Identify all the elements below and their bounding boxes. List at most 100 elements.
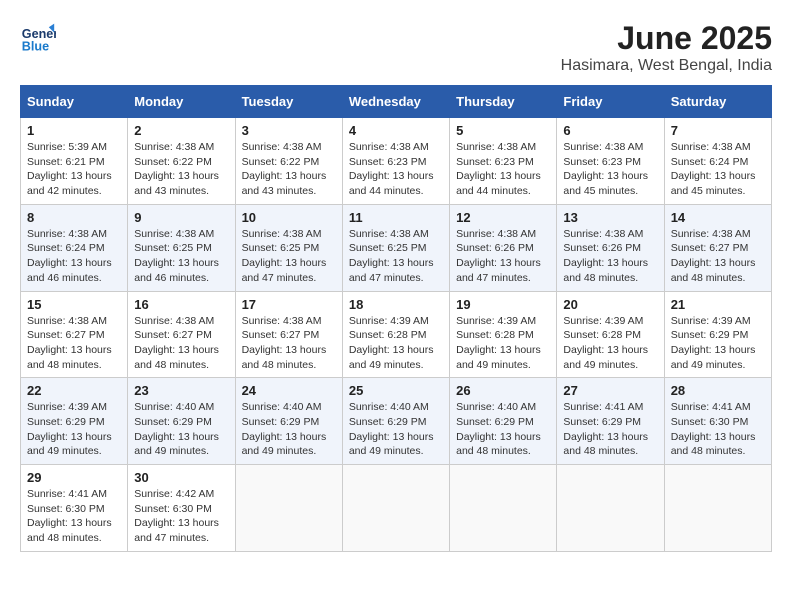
day-info: Sunrise: 4:39 AMSunset: 6:28 PMDaylight:…	[456, 314, 550, 373]
month-title: June 2025	[561, 20, 772, 57]
calendar-cell: 2 Sunrise: 4:38 AMSunset: 6:22 PMDaylight…	[128, 118, 235, 205]
day-info: Sunrise: 4:40 AMSunset: 6:29 PMDaylight:…	[456, 400, 550, 459]
logo: General Blue	[20, 20, 56, 56]
calendar-cell: 14 Sunrise: 4:38 AMSunset: 6:27 PMDayligh…	[664, 204, 771, 291]
day-number: 21	[671, 297, 765, 312]
calendar-cell: 26 Sunrise: 4:40 AMSunset: 6:29 PMDayligh…	[450, 378, 557, 465]
day-number: 4	[349, 123, 443, 138]
calendar-cell: 15 Sunrise: 4:38 AMSunset: 6:27 PMDayligh…	[21, 291, 128, 378]
day-info: Sunrise: 4:38 AMSunset: 6:23 PMDaylight:…	[456, 140, 550, 199]
day-info: Sunrise: 4:38 AMSunset: 6:27 PMDaylight:…	[242, 314, 336, 373]
calendar-cell	[450, 465, 557, 552]
day-info: Sunrise: 4:41 AMSunset: 6:30 PMDaylight:…	[671, 400, 765, 459]
calendar-cell: 27 Sunrise: 4:41 AMSunset: 6:29 PMDayligh…	[557, 378, 664, 465]
calendar-cell: 21 Sunrise: 4:39 AMSunset: 6:29 PMDayligh…	[664, 291, 771, 378]
calendar-week-row: 15 Sunrise: 4:38 AMSunset: 6:27 PMDayligh…	[21, 291, 772, 378]
weekday-header-row: SundayMondayTuesdayWednesdayThursdayFrid…	[21, 86, 772, 118]
day-info: Sunrise: 4:40 AMSunset: 6:29 PMDaylight:…	[349, 400, 443, 459]
day-info: Sunrise: 4:38 AMSunset: 6:24 PMDaylight:…	[671, 140, 765, 199]
calendar-cell	[235, 465, 342, 552]
calendar-cell: 10Sunrise: 4:38 AMSunset: 6:25 PMDayligh…	[235, 204, 342, 291]
calendar-cell: 11 Sunrise: 4:38 AMSunset: 6:25 PMDayligh…	[342, 204, 449, 291]
calendar-cell: 1Sunrise: 5:39 AMSunset: 6:21 PMDaylight…	[21, 118, 128, 205]
weekday-header-wednesday: Wednesday	[342, 86, 449, 118]
day-info: Sunrise: 4:38 AMSunset: 6:22 PMDaylight:…	[242, 140, 336, 199]
day-number: 18	[349, 297, 443, 312]
day-info: Sunrise: 4:40 AMSunset: 6:29 PMDaylight:…	[134, 400, 228, 459]
calendar-week-row: 22 Sunrise: 4:39 AMSunset: 6:29 PMDayligh…	[21, 378, 772, 465]
calendar-cell: 19 Sunrise: 4:39 AMSunset: 6:28 PMDayligh…	[450, 291, 557, 378]
location-title: Hasimara, West Bengal, India	[561, 57, 772, 75]
header: General Blue June 2025 Hasimara, West Be…	[20, 20, 772, 75]
day-info: Sunrise: 4:38 AMSunset: 6:26 PMDaylight:…	[456, 227, 550, 286]
day-info: Sunrise: 4:38 AMSunset: 6:23 PMDaylight:…	[563, 140, 657, 199]
calendar-cell: 24Sunrise: 4:40 AMSunset: 6:29 PMDayligh…	[235, 378, 342, 465]
day-number: 30	[134, 470, 228, 485]
day-number: 13	[563, 210, 657, 225]
day-info: Sunrise: 4:38 AMSunset: 6:27 PMDaylight:…	[671, 227, 765, 286]
day-number: 12	[456, 210, 550, 225]
calendar-cell: 20 Sunrise: 4:39 AMSunset: 6:28 PMDayligh…	[557, 291, 664, 378]
calendar-cell: 3 Sunrise: 4:38 AMSunset: 6:22 PMDaylight…	[235, 118, 342, 205]
calendar-cell: 6Sunrise: 4:38 AMSunset: 6:23 PMDaylight…	[557, 118, 664, 205]
day-number: 27	[563, 383, 657, 398]
weekday-header-sunday: Sunday	[21, 86, 128, 118]
calendar-cell: 7 Sunrise: 4:38 AMSunset: 6:24 PMDaylight…	[664, 118, 771, 205]
day-number: 15	[27, 297, 121, 312]
day-number: 11	[349, 210, 443, 225]
day-info: Sunrise: 4:38 AMSunset: 6:24 PMDaylight:…	[27, 227, 121, 286]
day-number: 20	[563, 297, 657, 312]
day-info: Sunrise: 4:41 AMSunset: 6:29 PMDaylight:…	[563, 400, 657, 459]
day-info: Sunrise: 4:38 AMSunset: 6:27 PMDaylight:…	[134, 314, 228, 373]
day-info: Sunrise: 4:38 AMSunset: 6:25 PMDaylight:…	[134, 227, 228, 286]
calendar-cell: 17 Sunrise: 4:38 AMSunset: 6:27 PMDayligh…	[235, 291, 342, 378]
weekday-header-friday: Friday	[557, 86, 664, 118]
day-number: 26	[456, 383, 550, 398]
calendar-cell: 18 Sunrise: 4:39 AMSunset: 6:28 PMDayligh…	[342, 291, 449, 378]
calendar-cell: 30 Sunrise: 4:42 AMSunset: 6:30 PMDayligh…	[128, 465, 235, 552]
logo-icon: General Blue	[20, 20, 56, 56]
day-number: 29	[27, 470, 121, 485]
calendar-cell: 29 Sunrise: 4:41 AMSunset: 6:30 PMDayligh…	[21, 465, 128, 552]
day-number: 2	[134, 123, 228, 138]
day-number: 24	[242, 383, 336, 398]
calendar-cell	[664, 465, 771, 552]
calendar-cell: 9 Sunrise: 4:38 AMSunset: 6:25 PMDaylight…	[128, 204, 235, 291]
day-number: 28	[671, 383, 765, 398]
day-number: 14	[671, 210, 765, 225]
day-info: Sunrise: 4:38 AMSunset: 6:26 PMDaylight:…	[563, 227, 657, 286]
calendar-week-row: 29 Sunrise: 4:41 AMSunset: 6:30 PMDayligh…	[21, 465, 772, 552]
day-info: Sunrise: 4:39 AMSunset: 6:28 PMDaylight:…	[349, 314, 443, 373]
day-number: 19	[456, 297, 550, 312]
calendar-week-row: 8 Sunrise: 4:38 AMSunset: 6:24 PMDaylight…	[21, 204, 772, 291]
day-number: 1	[27, 123, 121, 138]
calendar-cell: 28 Sunrise: 4:41 AMSunset: 6:30 PMDayligh…	[664, 378, 771, 465]
day-info: Sunrise: 4:38 AMSunset: 6:25 PMDaylight:…	[242, 227, 336, 286]
day-number: 5	[456, 123, 550, 138]
calendar-cell: 23Sunrise: 4:40 AMSunset: 6:29 PMDayligh…	[128, 378, 235, 465]
day-number: 22	[27, 383, 121, 398]
day-info: Sunrise: 4:38 AMSunset: 6:25 PMDaylight:…	[349, 227, 443, 286]
day-number: 3	[242, 123, 336, 138]
day-info: Sunrise: 4:39 AMSunset: 6:28 PMDaylight:…	[563, 314, 657, 373]
day-number: 9	[134, 210, 228, 225]
calendar-cell: 22 Sunrise: 4:39 AMSunset: 6:29 PMDayligh…	[21, 378, 128, 465]
svg-text:Blue: Blue	[22, 40, 49, 54]
day-info: Sunrise: 4:38 AMSunset: 6:22 PMDaylight:…	[134, 140, 228, 199]
calendar-cell: 25 Sunrise: 4:40 AMSunset: 6:29 PMDayligh…	[342, 378, 449, 465]
weekday-header-thursday: Thursday	[450, 86, 557, 118]
day-number: 7	[671, 123, 765, 138]
title-area: June 2025 Hasimara, West Bengal, India	[561, 20, 772, 75]
calendar-cell: 8 Sunrise: 4:38 AMSunset: 6:24 PMDaylight…	[21, 204, 128, 291]
day-info: Sunrise: 4:38 AMSunset: 6:27 PMDaylight:…	[27, 314, 121, 373]
day-info: Sunrise: 4:42 AMSunset: 6:30 PMDaylight:…	[134, 487, 228, 546]
day-number: 8	[27, 210, 121, 225]
day-info: Sunrise: 4:39 AMSunset: 6:29 PMDaylight:…	[671, 314, 765, 373]
day-info: Sunrise: 4:41 AMSunset: 6:30 PMDaylight:…	[27, 487, 121, 546]
calendar-cell: 12 Sunrise: 4:38 AMSunset: 6:26 PMDayligh…	[450, 204, 557, 291]
day-number: 17	[242, 297, 336, 312]
day-number: 25	[349, 383, 443, 398]
day-info: Sunrise: 4:39 AMSunset: 6:29 PMDaylight:…	[27, 400, 121, 459]
day-number: 16	[134, 297, 228, 312]
calendar-cell	[342, 465, 449, 552]
